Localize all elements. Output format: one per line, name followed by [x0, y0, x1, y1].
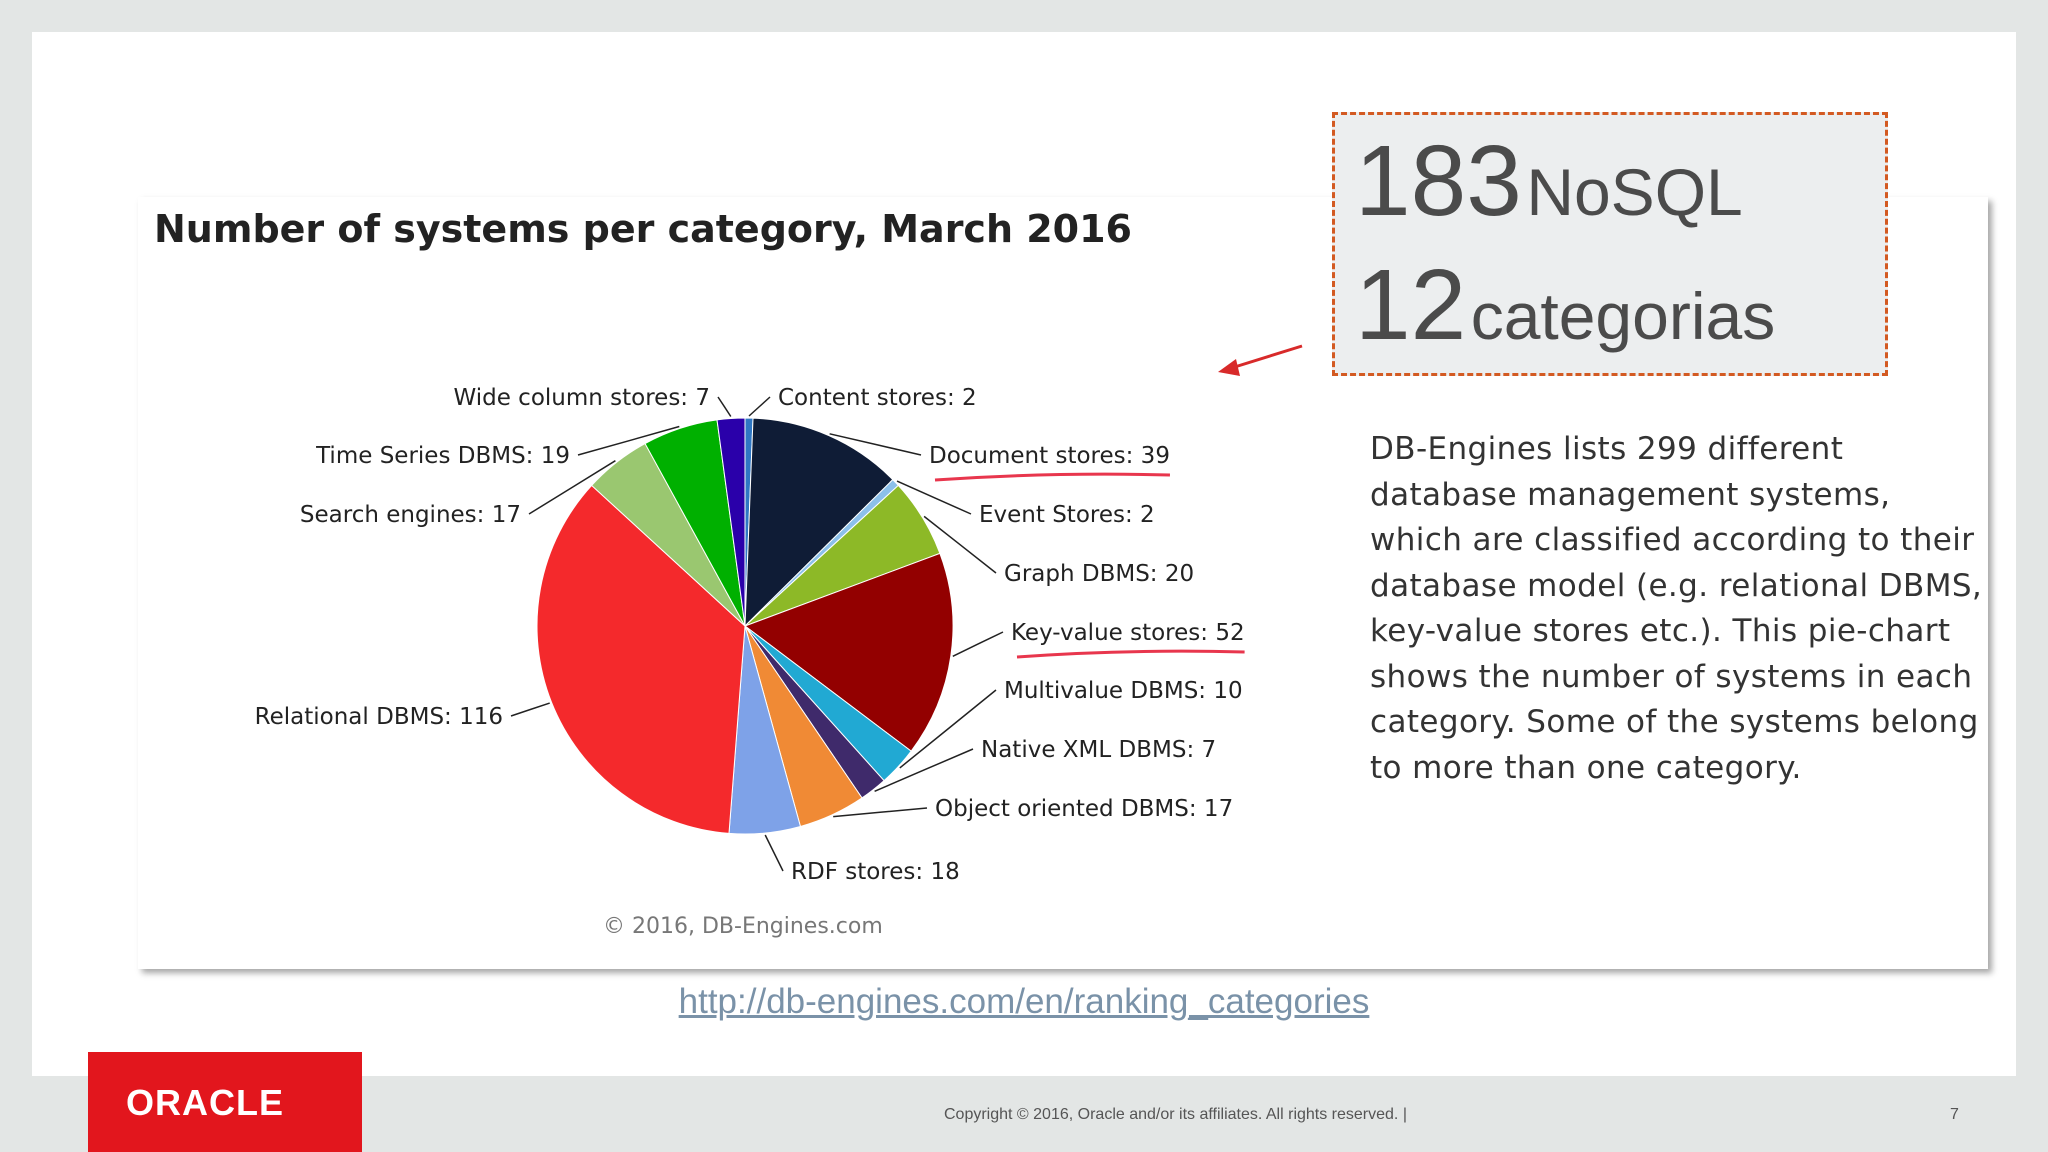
slice-label: Key-value stores: 52	[1011, 620, 1245, 646]
highlight-underline	[934, 472, 1170, 482]
oracle-logo: ORACLE	[88, 1052, 362, 1152]
slice-label: Relational DBMS: 116	[255, 704, 503, 730]
slice-label: Object oriented DBMS: 17	[935, 796, 1233, 822]
footer-copyright: Copyright © 2016, Oracle and/or its affi…	[944, 1106, 1407, 1123]
description-text: DB-Engines lists 299 different database …	[1370, 431, 1983, 786]
nosql-count: 183	[1355, 125, 1522, 237]
leader-line	[833, 807, 928, 818]
leader-line	[717, 396, 732, 417]
source-link[interactable]: http://db-engines.com/en/ranking_categor…	[0, 982, 2048, 1022]
slice-label: Multivalue DBMS: 10	[1004, 678, 1243, 704]
slice-label: Event Stores: 2	[979, 502, 1155, 528]
slice-label: Search engines: 17	[300, 502, 521, 528]
highlight-underline	[1016, 649, 1245, 659]
leader-line	[952, 631, 1004, 657]
slice-label: Time Series DBMS: 19	[315, 443, 570, 469]
oracle-logo-text: ORACLE	[126, 1082, 284, 1123]
callout-line-categories: 12 categorias	[1355, 255, 1775, 355]
slice-label: Native XML DBMS: 7	[981, 737, 1216, 763]
categories-count: 12	[1355, 249, 1467, 361]
page-number: 7	[1950, 1106, 1959, 1123]
leader-line	[764, 834, 784, 872]
slide: Number of systems per category, March 20…	[32, 32, 2016, 1076]
categories-word: categorias	[1470, 279, 1776, 353]
slice-label: RDF stores: 18	[791, 859, 960, 885]
nosql-word: NoSQL	[1526, 155, 1743, 229]
stats-callout: 183 NoSQL 12 categorias	[1332, 112, 1888, 376]
slice-label: Document stores: 39	[929, 443, 1170, 469]
slice-label: Wide column stores: 7	[453, 385, 710, 411]
slice-label: Content stores: 2	[778, 385, 977, 411]
chart-credit: © 2016, DB-Engines.com	[603, 914, 883, 939]
leader-line	[510, 702, 550, 717]
slice-label: Graph DBMS: 20	[1004, 561, 1194, 587]
callout-line-nosql: 183 NoSQL	[1355, 131, 1743, 231]
chart-title: Number of systems per category, March 20…	[154, 207, 1132, 251]
leader-line	[748, 396, 771, 417]
